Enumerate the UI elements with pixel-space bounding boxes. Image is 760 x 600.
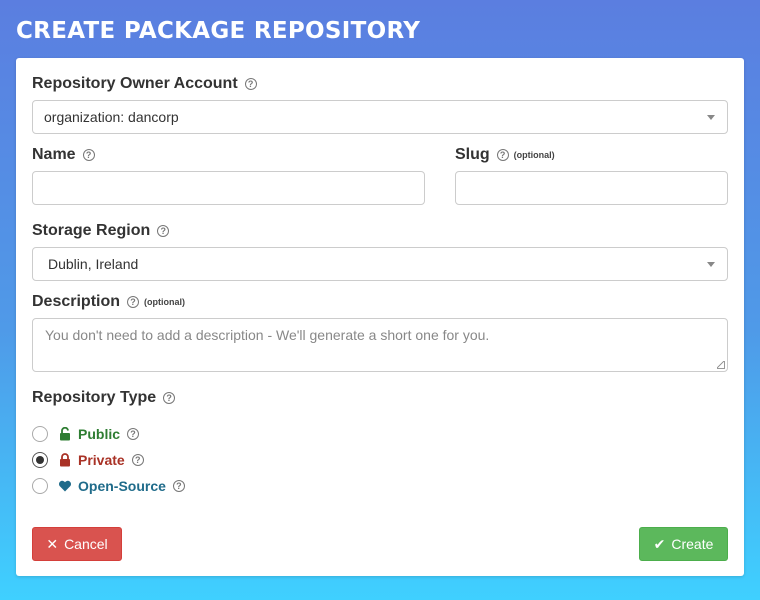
- owner-help-icon[interactable]: ?: [244, 78, 257, 90]
- public-label: Public: [78, 426, 121, 442]
- open-source-radio[interactable]: [32, 478, 48, 494]
- private-label: Private: [78, 452, 125, 468]
- region-select[interactable]: Dublin, Ireland: [32, 247, 728, 281]
- close-icon: ✕: [46, 535, 59, 552]
- slug-label: Slug ? (optional): [455, 146, 555, 164]
- public-radio[interactable]: [32, 426, 48, 442]
- unlock-icon: [58, 427, 72, 441]
- type-option-open-source[interactable]: Open-Source ?: [32, 477, 185, 495]
- name-label-text: Name: [32, 146, 76, 163]
- create-repository-form: Repository Owner Account ? organization:…: [16, 58, 744, 576]
- chevron-down-icon: [707, 115, 715, 120]
- open-source-help-icon[interactable]: ?: [172, 480, 185, 492]
- region-help-icon[interactable]: ?: [157, 225, 170, 237]
- lock-icon: [58, 453, 72, 467]
- create-button[interactable]: ✔ Create: [639, 527, 728, 561]
- cancel-button-label: Cancel: [64, 536, 108, 552]
- heart-icon: [58, 479, 72, 493]
- description-optional-note: (optional): [144, 297, 186, 307]
- owner-label-text: Repository Owner Account: [32, 75, 238, 92]
- repository-type-label: Repository Type ?: [32, 389, 176, 407]
- slug-optional-note: (optional): [513, 150, 555, 160]
- chevron-down-icon: [707, 262, 715, 267]
- description-help-icon[interactable]: ?: [127, 296, 140, 308]
- description-placeholder: You don't need to add a description - We…: [45, 327, 490, 343]
- owner-label: Repository Owner Account ?: [32, 75, 257, 93]
- region-label: Storage Region ?: [32, 222, 170, 240]
- owner-select[interactable]: organization: dancorp: [32, 100, 728, 134]
- owner-select-value: organization: dancorp: [44, 109, 179, 125]
- resize-handle-icon[interactable]: [717, 361, 725, 369]
- page-title: CREATE PACKAGE REPOSITORY: [16, 18, 421, 44]
- type-option-public[interactable]: Public ?: [32, 425, 140, 443]
- name-input[interactable]: [32, 171, 425, 205]
- private-help-icon[interactable]: ?: [131, 454, 144, 466]
- description-label-text: Description: [32, 293, 121, 310]
- cancel-button[interactable]: ✕ Cancel: [32, 527, 122, 561]
- description-textarea[interactable]: You don't need to add a description - We…: [32, 318, 728, 372]
- description-label: Description ? (optional): [32, 293, 185, 311]
- name-label: Name ?: [32, 146, 95, 164]
- repository-type-help-icon[interactable]: ?: [163, 392, 176, 404]
- slug-input[interactable]: [455, 171, 728, 205]
- type-option-private[interactable]: Private ?: [32, 451, 144, 469]
- slug-label-text: Slug: [455, 146, 490, 163]
- create-button-label: Create: [671, 536, 714, 552]
- public-help-icon[interactable]: ?: [127, 428, 140, 440]
- region-select-value: Dublin, Ireland: [48, 256, 139, 272]
- open-source-label: Open-Source: [78, 478, 166, 494]
- slug-help-icon[interactable]: ?: [496, 149, 509, 161]
- repository-type-label-text: Repository Type: [32, 389, 157, 406]
- region-label-text: Storage Region: [32, 222, 151, 239]
- name-help-icon[interactable]: ?: [82, 149, 95, 161]
- check-icon: ✔: [653, 535, 666, 552]
- private-radio[interactable]: [32, 452, 48, 468]
